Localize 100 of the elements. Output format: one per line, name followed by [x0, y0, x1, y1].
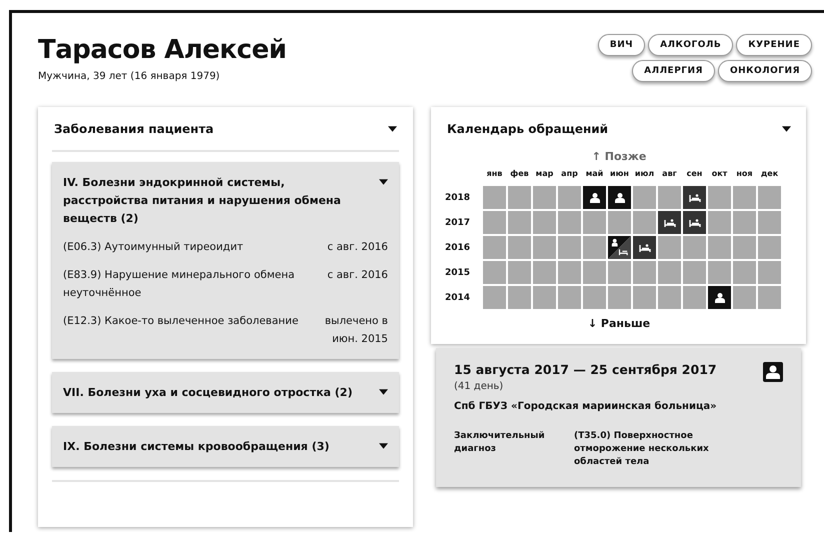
- calendar-cell[interactable]: [558, 261, 581, 284]
- calendar-cell[interactable]: [558, 211, 581, 234]
- disease-name: (E06.3) Аутоимунный тиреоидит: [63, 240, 244, 255]
- calendar-cell[interactable]: [483, 286, 506, 309]
- calendar-cell[interactable]: [608, 261, 631, 284]
- calendar-cell[interactable]: [633, 286, 656, 309]
- calendar-cell[interactable]: [633, 211, 656, 234]
- calendar-cell[interactable]: [683, 286, 706, 309]
- calendar-cell[interactable]: [608, 286, 631, 309]
- month-label: июн: [609, 169, 630, 180]
- facility-name: Спб ГБУЗ «Городская мариинская больница»: [454, 401, 718, 412]
- calendar-cell[interactable]: [683, 211, 706, 234]
- calendar-cell[interactable]: [758, 186, 781, 209]
- calendar-cell[interactable]: [758, 261, 781, 284]
- calendar-cell[interactable]: [533, 286, 556, 309]
- calendar-cell[interactable]: [533, 236, 556, 259]
- calendar-cell[interactable]: [583, 261, 606, 284]
- calendar-cell[interactable]: [633, 186, 656, 209]
- calendar-cell[interactable]: [483, 186, 506, 209]
- calendar-cell[interactable]: [508, 286, 531, 309]
- calendar-cell[interactable]: [608, 236, 631, 259]
- calendar-cell[interactable]: [583, 236, 606, 259]
- calendar-cell[interactable]: [733, 186, 756, 209]
- disease-group[interactable]: [52, 162, 399, 359]
- calendar-cell[interactable]: [508, 186, 531, 209]
- person-bed-icon: [608, 236, 631, 259]
- calendar-cell[interactable]: [708, 236, 731, 259]
- month-label: авг: [661, 169, 678, 180]
- calendar-cell[interactable]: [633, 236, 656, 259]
- calendar-cell[interactable]: [558, 286, 581, 309]
- calendar-cell[interactable]: [558, 186, 581, 209]
- calendar-cell[interactable]: [758, 236, 781, 259]
- caret-icon[interactable]: [379, 179, 388, 185]
- tag-button[interactable]: ОНКОЛОГИЯ: [718, 60, 812, 82]
- calendar-cell[interactable]: [483, 211, 506, 234]
- calendar-cell[interactable]: [683, 261, 706, 284]
- card-title: Заболевания пациента: [54, 122, 214, 136]
- visit-dates: 15 августа 2017 — 25 сентября 2017: [454, 362, 717, 377]
- calendar-cell[interactable]: [483, 236, 506, 259]
- tag-button[interactable]: АЛКОГОЛЬ: [648, 34, 734, 56]
- visit-duration: (41 день): [454, 381, 504, 392]
- caret-icon[interactable]: [379, 389, 388, 395]
- calendar-cell[interactable]: [708, 286, 731, 309]
- calendar-cell[interactable]: [508, 261, 531, 284]
- calendar-cell[interactable]: [733, 261, 756, 284]
- bed-icon: [688, 192, 700, 204]
- person-icon: [588, 192, 600, 204]
- month-label: окт: [710, 169, 728, 180]
- calendar-cell[interactable]: [733, 286, 756, 309]
- calendar-cell[interactable]: [758, 211, 781, 234]
- month-label: ноя: [735, 169, 754, 180]
- disease-name: (E12.3) Какое-то вылеченное заболевание: [63, 314, 298, 329]
- month-label: июл: [634, 169, 656, 180]
- calendar-cell[interactable]: [508, 236, 531, 259]
- disease-name: (E83.9) Нарушение минерального обмена неуточнённое: [63, 268, 296, 301]
- calendar-cell[interactable]: [708, 211, 731, 234]
- patient-name: Тарасов Алексей: [38, 35, 286, 65]
- disease-status: с авг. 2016: [326, 268, 388, 283]
- calendar-cell[interactable]: [633, 261, 656, 284]
- diagnosis-text: (T35.0) Поверхностное отморожение нескольких областей тела: [574, 430, 710, 469]
- tag-button[interactable]: ВИЧ: [598, 34, 646, 56]
- calendar-cell[interactable]: [583, 286, 606, 309]
- tag-button[interactable]: КУРЕНИЕ: [736, 34, 812, 56]
- calendar-cell[interactable]: [583, 186, 606, 209]
- card-title: Календарь обращений: [447, 122, 608, 136]
- calendar-cell[interactable]: [558, 236, 581, 259]
- calendar-cell[interactable]: [733, 211, 756, 234]
- calendar-cell[interactable]: [658, 286, 681, 309]
- calendar-cell[interactable]: [708, 186, 731, 209]
- calendar-cell[interactable]: [583, 211, 606, 234]
- calendar-cell[interactable]: [608, 186, 631, 209]
- month-label: май: [584, 169, 604, 180]
- later-link[interactable]: ↑ Позже: [592, 150, 646, 163]
- calendar-cell[interactable]: [508, 211, 531, 234]
- diagnosis-label: Заключительный диагноз: [454, 430, 546, 456]
- earlier-link[interactable]: ↓ Раньше: [588, 317, 650, 330]
- calendar-cell[interactable]: [758, 286, 781, 309]
- disease-group[interactable]: VII. Болезни уха и сосцевидного отростка (2): [52, 372, 399, 413]
- calendar-cell[interactable]: [658, 261, 681, 284]
- bed-icon: [638, 242, 650, 254]
- calendar-cell[interactable]: [483, 261, 506, 284]
- bed-icon: [664, 216, 676, 228]
- calendar-cell[interactable]: [608, 211, 631, 234]
- caret-icon[interactable]: [379, 443, 388, 449]
- disease-group[interactable]: IX. Болезни системы кровообращения (3): [52, 426, 399, 467]
- calendar-cell[interactable]: [533, 261, 556, 284]
- year-label: 2015: [445, 268, 472, 278]
- calendar-cell[interactable]: [708, 261, 731, 284]
- tag-button[interactable]: АЛЛЕРГИЯ: [632, 60, 715, 82]
- calendar-cell[interactable]: [683, 236, 706, 259]
- caret-icon[interactable]: [782, 126, 791, 132]
- caret-icon[interactable]: [388, 126, 397, 132]
- calendar-cell[interactable]: [658, 186, 681, 209]
- calendar-cell[interactable]: [683, 186, 706, 209]
- year-label: 2018: [445, 192, 472, 202]
- calendar-cell[interactable]: [658, 236, 681, 259]
- calendar-cell[interactable]: [733, 236, 756, 259]
- calendar-cell[interactable]: [658, 211, 681, 234]
- calendar-cell[interactable]: [533, 211, 556, 234]
- calendar-cell[interactable]: [533, 186, 556, 209]
